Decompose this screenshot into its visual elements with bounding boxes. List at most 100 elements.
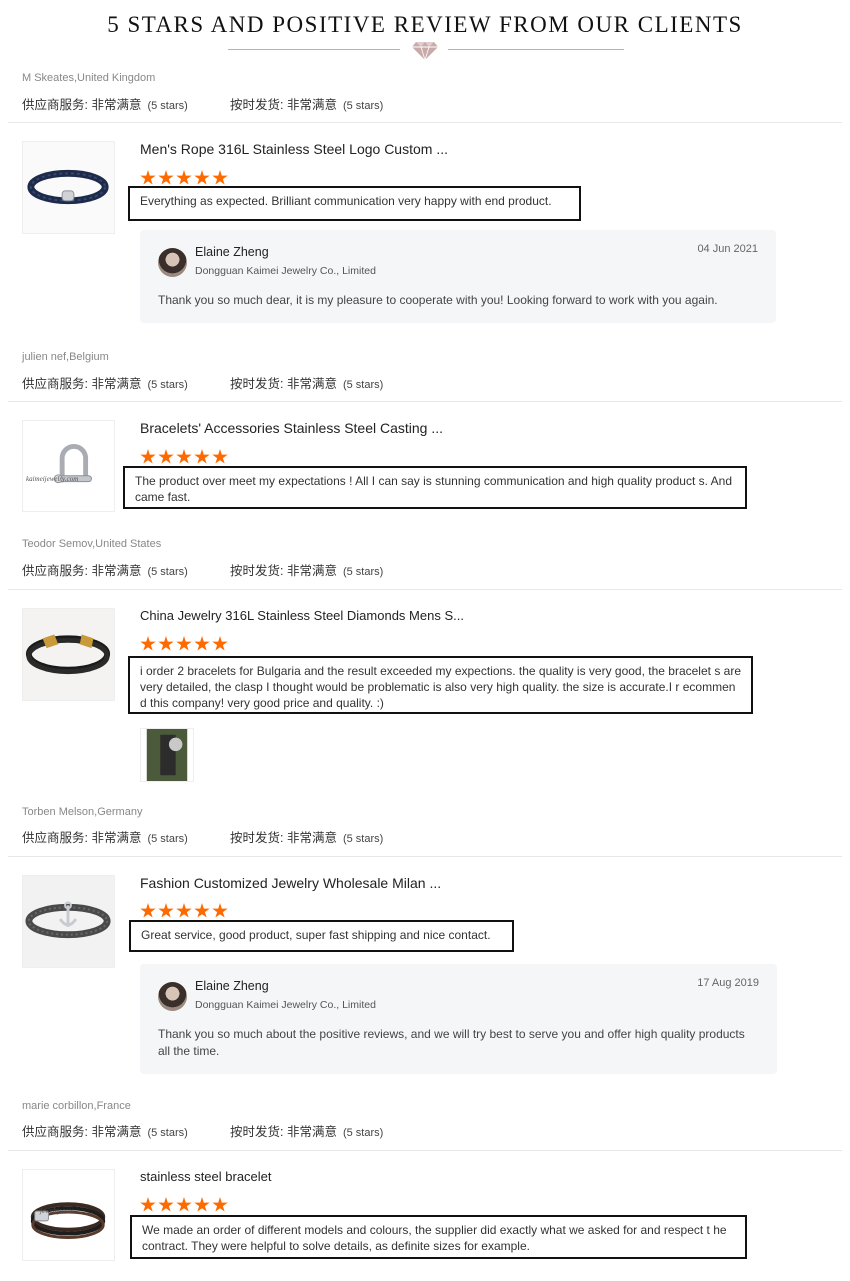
product-title-link[interactable]: Men's Rope 316L Stainless Steel Logo Cus… bbox=[140, 141, 448, 157]
header-divider-left bbox=[228, 49, 400, 50]
star-icon bbox=[158, 636, 174, 651]
star-icon bbox=[140, 903, 156, 918]
reply-text: Thank you so much dear, it is my pleasur… bbox=[158, 293, 718, 307]
reply-company: Dongguan Kaimei Jewelry Co., Limited bbox=[195, 999, 376, 1011]
star-rating bbox=[140, 903, 228, 919]
customer-photo-image bbox=[146, 729, 188, 781]
supplier-service-rating: 供应商服务: 非常满意 bbox=[22, 1125, 142, 1139]
ratings-row: 供应商服务: 非常满意 (5 stars) 按时发货: 非常满意 (5 stars) bbox=[22, 1121, 383, 1140]
rating-value: (5 stars) bbox=[147, 833, 188, 845]
multi-strand-bracelet-image bbox=[23, 1170, 114, 1260]
review-text: Everything as expected. Brilliant commun… bbox=[128, 186, 581, 221]
product-title-link[interactable]: Bracelets' Accessories Stainless Steel C… bbox=[140, 420, 443, 436]
rating-value: (5 stars) bbox=[147, 100, 188, 112]
rating-value: (5 stars) bbox=[147, 566, 188, 578]
star-icon bbox=[140, 1197, 156, 1212]
leather-bracelet-image bbox=[23, 609, 114, 700]
star-icon bbox=[212, 636, 228, 651]
star-icon bbox=[158, 1197, 174, 1212]
star-rating bbox=[140, 636, 228, 652]
product-thumbnail[interactable] bbox=[22, 875, 115, 968]
review-text: Great service, good product, super fast … bbox=[129, 920, 514, 952]
star-icon bbox=[176, 1197, 192, 1212]
section-divider bbox=[8, 589, 842, 590]
thumbnail-watermark: kaimeijewelry.com bbox=[26, 475, 79, 483]
product-thumbnail[interactable] bbox=[22, 1169, 115, 1261]
star-icon bbox=[212, 1197, 228, 1212]
reply-date: 04 Jun 2021 bbox=[697, 243, 758, 255]
supplier-service-rating: 供应商服务: 非常满意 bbox=[22, 831, 142, 845]
avatar bbox=[158, 248, 187, 277]
rating-value: (5 stars) bbox=[342, 379, 384, 391]
star-icon bbox=[176, 636, 192, 651]
review-text: i order 2 bracelets for Bulgaria and the… bbox=[128, 656, 753, 714]
star-icon bbox=[212, 903, 228, 918]
star-icon bbox=[140, 449, 156, 464]
star-icon bbox=[176, 903, 192, 918]
supplier-service-rating: 供应商服务: 非常满意 bbox=[22, 564, 142, 578]
product-thumbnail[interactable] bbox=[22, 420, 115, 512]
reviewer-name: julien nef,Belgium bbox=[22, 351, 109, 363]
star-icon bbox=[194, 449, 210, 464]
reply-company: Dongguan Kaimei Jewelry Co., Limited bbox=[195, 265, 376, 277]
reviewer-name: Teodor Semov,United States bbox=[22, 538, 162, 550]
product-title-link[interactable]: Fashion Customized Jewelry Wholesale Mil… bbox=[140, 875, 441, 891]
avatar bbox=[158, 982, 187, 1011]
reply-date: 17 Aug 2019 bbox=[697, 977, 759, 989]
star-icon bbox=[212, 449, 228, 464]
page-title: 5 STARS AND POSITIVE REVIEW FROM OUR CLI… bbox=[107, 12, 743, 37]
product-title-link[interactable]: China Jewelry 316L Stainless Steel Diamo… bbox=[140, 608, 464, 623]
supplier-service-rating: 供应商服务: 非常满意 bbox=[22, 98, 142, 112]
rating-value: (5 stars) bbox=[147, 1127, 188, 1139]
ratings-row: 供应商服务: 非常满意 (5 stars) 按时发货: 非常满意 (5 stars) bbox=[22, 560, 383, 579]
section-divider bbox=[8, 122, 842, 123]
star-rating bbox=[140, 449, 228, 465]
ratings-row: 供应商服务: 非常满意 (5 stars) 按时发货: 非常满意 (5 stars) bbox=[22, 94, 383, 113]
ratings-row: 供应商服务: 非常满意 (5 stars) 按时发货: 非常满意 (5 stars) bbox=[22, 827, 383, 846]
thumbnail-watermark: jewelry.com bbox=[40, 1207, 74, 1215]
supplier-reply: Elaine Zheng Dongguan Kaimei Jewelry Co.… bbox=[140, 230, 776, 323]
section-divider bbox=[8, 401, 842, 402]
product-thumbnail[interactable] bbox=[22, 608, 115, 701]
reviewer-name: Torben Melson,Germany bbox=[22, 806, 143, 818]
star-icon bbox=[176, 170, 192, 185]
product-thumbnail[interactable] bbox=[22, 141, 115, 234]
shackle-clasp-image bbox=[23, 421, 114, 511]
reply-author: Elaine Zheng bbox=[195, 245, 269, 259]
diamond-icon bbox=[412, 42, 438, 60]
star-icon bbox=[194, 903, 210, 918]
star-icon bbox=[176, 449, 192, 464]
rating-value: (5 stars) bbox=[342, 100, 384, 112]
ratings-row: 供应商服务: 非常满意 (5 stars) 按时发货: 非常满意 (5 stars) bbox=[22, 373, 383, 392]
star-icon bbox=[194, 1197, 210, 1212]
reviewer-name: M Skeates,United Kingdom bbox=[22, 72, 156, 84]
anchor-bracelet-image bbox=[23, 876, 114, 967]
star-rating bbox=[140, 170, 228, 186]
rating-value: (5 stars) bbox=[342, 566, 384, 578]
supplier-service-rating: 供应商服务: 非常满意 bbox=[22, 377, 142, 391]
reviewer-name: marie corbillon,France bbox=[22, 1100, 131, 1112]
product-title-link[interactable]: stainless steel bracelet bbox=[140, 1169, 272, 1184]
star-icon bbox=[194, 636, 210, 651]
star-icon bbox=[158, 449, 174, 464]
delivery-rating: 按时发货: 非常满意 bbox=[230, 98, 337, 112]
review-text: We made an order of different models and… bbox=[130, 1215, 747, 1259]
rating-value: (5 stars) bbox=[147, 379, 188, 391]
header-divider-right bbox=[448, 49, 624, 50]
star-icon bbox=[140, 170, 156, 185]
rating-value: (5 stars) bbox=[342, 833, 384, 845]
review-photo[interactable] bbox=[140, 728, 194, 782]
star-rating bbox=[140, 1197, 228, 1213]
delivery-rating: 按时发货: 非常满意 bbox=[230, 564, 337, 578]
rope-bracelet-image bbox=[23, 142, 114, 233]
star-icon bbox=[140, 636, 156, 651]
delivery-rating: 按时发货: 非常满意 bbox=[230, 831, 337, 845]
delivery-rating: 按时发货: 非常满意 bbox=[230, 377, 337, 391]
section-divider bbox=[8, 1150, 842, 1151]
star-icon bbox=[212, 170, 228, 185]
reply-text: Thank you so much about the positive rev… bbox=[158, 1027, 745, 1058]
reply-author: Elaine Zheng bbox=[195, 979, 269, 993]
star-icon bbox=[158, 170, 174, 185]
star-icon bbox=[158, 903, 174, 918]
review-text: The product over meet my expectations ! … bbox=[123, 466, 747, 509]
